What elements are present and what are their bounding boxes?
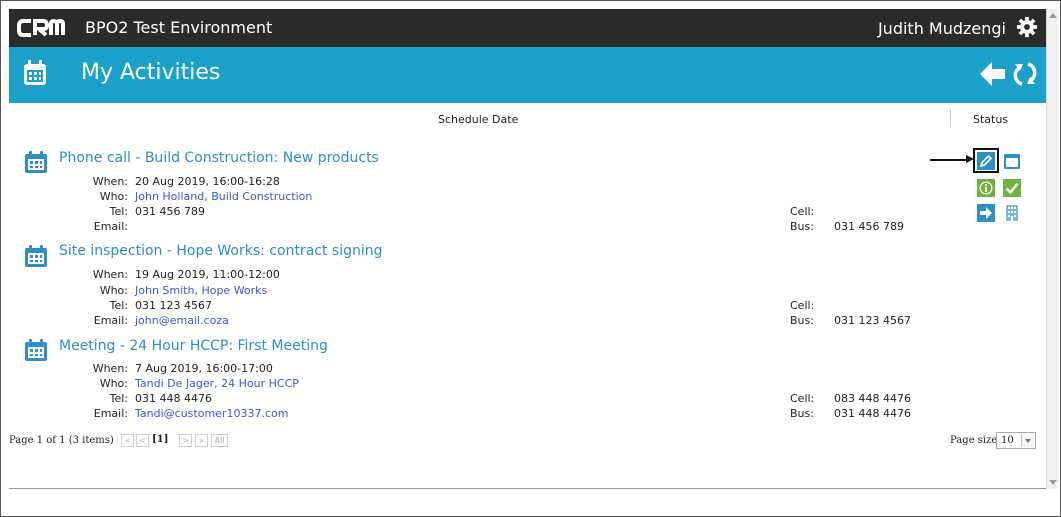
bus-value: 031 448 4476 [834,407,911,420]
user-name[interactable]: Judith Mudzengi [878,19,1006,38]
calendar-icon [25,339,47,361]
pager-all-button[interactable]: All [211,434,228,447]
crm-logo [17,18,65,37]
bus-value: 031 123 4567 [834,314,911,327]
tel-label: Tel: [109,205,128,218]
tel-label: Tel: [109,392,128,405]
forward-arrow-icon[interactable] [977,204,995,222]
bus-label: Bus: [790,314,814,327]
when-label: When: [92,268,128,281]
page-size-value: 10 [1001,435,1014,446]
pager-prev-button[interactable]: < [136,434,149,447]
email-link[interactable]: Tandi@customer10337.com [135,407,288,420]
bus-label: Bus: [790,220,814,233]
who-link[interactable]: John Holland, Build Construction [135,190,312,203]
page-title: My Activities [81,60,221,85]
scroll-up-arrow-icon[interactable] [1049,13,1057,18]
activity-title[interactable]: Phone call - Build Construction: New pro… [59,150,379,166]
vertical-scrollbar[interactable] [1046,9,1058,489]
cell-label: Cell: [790,205,815,218]
page-size-label: Page size: [950,435,1001,446]
gear-icon[interactable] [1016,16,1038,38]
column-divider [950,109,951,127]
calendar-icon [24,60,46,85]
who-label: Who: [99,190,128,203]
tel-value: 031 448 4476 [135,392,212,405]
bus-label: Bus: [790,407,814,420]
environment-title: BPO2 Test Environment [85,18,273,37]
who-label: Who: [99,284,128,297]
email-label: Email: [93,314,128,327]
email-label: Email: [93,407,128,420]
cell-label: Cell: [790,392,815,405]
refresh-icon[interactable] [1012,59,1038,89]
pager-next-button[interactable]: > [179,434,192,447]
calendar-icon [25,245,47,267]
tel-value: 031 123 4567 [135,299,212,312]
annotation-arrow-line [930,159,968,161]
who-link[interactable]: Tandi De Jager, 24 Hour HCCP [135,377,299,390]
chevron-down-icon[interactable] [1021,434,1034,447]
when-label: When: [92,175,128,188]
when-value: 7 Aug 2019, 16:00-17:00 [135,362,273,375]
edit-icon[interactable] [977,152,995,170]
pager-current-page[interactable]: [1] [152,434,168,445]
column-header-status[interactable]: Status [973,113,1008,126]
activity-title[interactable]: Site inspection - Hope Works: contract s… [59,243,383,259]
check-icon[interactable] [1003,179,1021,197]
email-link[interactable]: john@email.coza [135,314,229,327]
page-size-select[interactable]: 10 [996,432,1036,449]
pager-last-button[interactable]: » [195,434,208,447]
when-label: When: [92,362,128,375]
email-label: Email: [93,220,128,233]
cell-value: 083 448 4476 [834,392,911,405]
who-label: Who: [99,377,128,390]
scroll-down-arrow-icon[interactable] [1049,480,1057,485]
pager-first-button[interactable]: « [121,434,134,447]
content-bottom-border [9,488,1046,489]
back-arrow-icon[interactable] [978,60,1006,88]
bus-value: 031 456 789 [834,220,904,233]
tel-label: Tel: [109,299,128,312]
when-value: 19 Aug 2019, 11:00-12:00 [135,268,280,281]
who-link[interactable]: John Smith, Hope Works [135,284,267,297]
calendar-icon [25,151,47,173]
pager-summary: Page 1 of 1 (3 items) [9,435,114,446]
title-bar: My Activities [9,47,1046,103]
top-bar: BPO2 Test Environment Judith Mudzengi [9,9,1046,47]
cell-label: Cell: [790,299,815,312]
activity-title[interactable]: Meeting - 24 Hour HCCP: First Meeting [59,338,328,354]
tel-value: 031 456 789 [135,205,205,218]
building-icon[interactable] [1003,204,1021,222]
column-header-schedule-date[interactable]: Schedule Date [438,113,518,126]
info-icon[interactable] [977,179,995,197]
when-value: 20 Aug 2019, 16:00-16:28 [135,175,280,188]
calendar-icon[interactable] [1003,152,1021,170]
